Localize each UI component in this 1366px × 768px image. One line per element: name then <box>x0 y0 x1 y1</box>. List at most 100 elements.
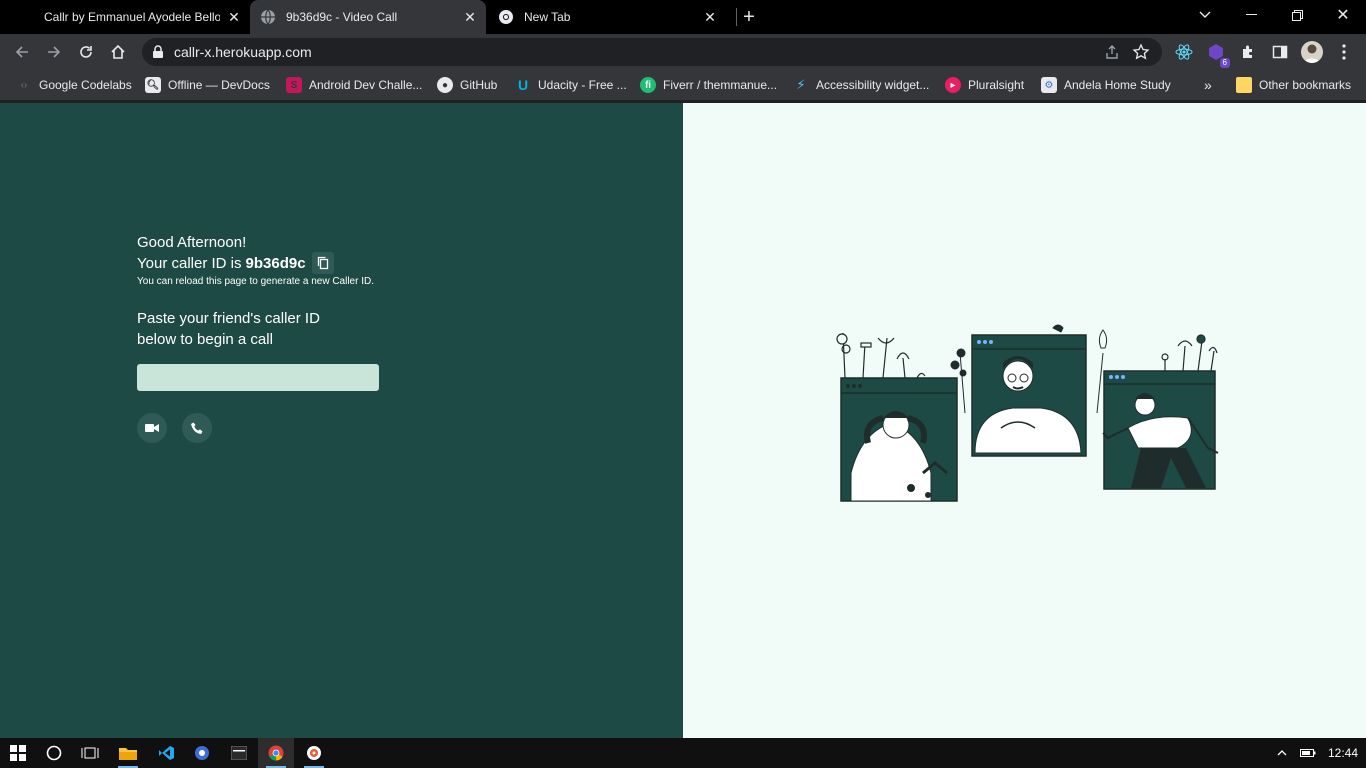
android-dev-icon: S <box>286 77 302 93</box>
windows-start-icon[interactable] <box>0 738 36 768</box>
github-icon: ● <box>437 77 453 93</box>
windows-taskbar: 12:44 <box>0 738 1366 768</box>
browser-app-icon[interactable] <box>184 738 220 768</box>
bookmark-label: GitHub <box>460 78 498 92</box>
codelabs-icon: ‹› <box>20 79 28 91</box>
terminal-app-icon[interactable] <box>221 738 257 768</box>
page-content: Good Afternoon! Your caller ID is 9b36d9… <box>0 103 1366 738</box>
other-bookmarks-folder[interactable]: Other bookmarks <box>1236 75 1351 95</box>
close-window-icon[interactable]: ✕ <box>1320 0 1366 30</box>
bookmark-star-icon[interactable] <box>1132 43 1150 61</box>
bookmark-android-dev-challenge[interactable]: S Android Dev Challe... <box>286 75 422 95</box>
lock-icon[interactable] <box>152 45 164 59</box>
chrome-icon <box>499 10 513 24</box>
folder-icon <box>1236 77 1252 93</box>
video-window-1 <box>840 377 958 502</box>
friend-caller-id-input[interactable] <box>137 364 379 391</box>
bookmark-label: Accessibility widget... <box>816 78 930 92</box>
tab-strip: Callr by Emmanuel Ayodele Bello ✕ 9b36d9… <box>0 0 1366 34</box>
greeting-text: Good Afternoon! <box>137 234 247 251</box>
copy-icon[interactable] <box>311 252 334 274</box>
bookmark-label: Offline — DevDocs <box>168 78 270 92</box>
react-devtools-icon[interactable] <box>1172 40 1196 64</box>
bookmark-label: Other bookmarks <box>1259 78 1352 92</box>
tab-title: 9b36d9c - Video Call <box>286 10 398 24</box>
browser-toolbar: callr-x.herokuapp.com 6 <box>0 34 1366 70</box>
url-text[interactable]: callr-x.herokuapp.com <box>174 44 312 60</box>
restore-icon[interactable] <box>1274 0 1320 30</box>
tab-title: New Tab <box>524 10 571 24</box>
system-clock[interactable]: 12:44 <box>1328 746 1358 760</box>
voice-call-button[interactable] <box>182 413 212 443</box>
battery-icon[interactable] <box>1296 738 1320 768</box>
extension-hex-icon[interactable]: 6 <box>1204 40 1230 68</box>
reload-hint-text: You can reload this page to generate a n… <box>137 276 375 287</box>
video-window-3 <box>1102 370 1219 490</box>
tab-close-icon[interactable]: ✕ <box>462 9 478 25</box>
tray-chevron-up-icon[interactable] <box>1270 738 1294 768</box>
caller-id-value: 9b36d9c <box>245 254 306 272</box>
bookmarks-overflow-button[interactable]: » <box>1204 75 1212 95</box>
new-tab-plus-icon[interactable]: + <box>738 6 760 28</box>
tab-video-call[interactable]: 9b36d9c - Video Call ✕ <box>250 0 486 34</box>
bookmark-devdocs[interactable]: 🔍︎ Offline — DevDocs <box>145 75 270 95</box>
reload-icon[interactable] <box>74 40 98 64</box>
phone-icon <box>190 422 202 434</box>
andela-icon: ⚙︎ <box>1041 77 1057 93</box>
tab-new-tab[interactable]: New Tab ✕ <box>488 0 726 34</box>
tab-search-chevron-icon[interactable] <box>1182 0 1228 30</box>
chrome-menu-icon[interactable] <box>1332 40 1356 64</box>
minimize-icon[interactable] <box>1228 0 1274 30</box>
bookmark-label: Andela Home Study <box>1064 78 1171 92</box>
side-panel-icon[interactable] <box>1268 40 1292 64</box>
fiverr-icon: fi <box>640 77 656 93</box>
pluralsight-icon: ▸ <box>945 77 961 93</box>
search-circle-icon[interactable] <box>36 738 72 768</box>
bookmark-pluralsight[interactable]: ▸ Pluralsight <box>945 75 1024 95</box>
tab-callr[interactable]: Callr by Emmanuel Ayodele Bello ✕ <box>32 0 250 34</box>
bookmark-github[interactable]: ● GitHub <box>437 75 497 95</box>
bookmark-label: Fiverr / themmanue... <box>663 78 778 92</box>
tab-close-icon[interactable]: ✕ <box>226 9 242 25</box>
media-app-icon[interactable] <box>296 738 332 768</box>
illustration-panel <box>683 103 1366 738</box>
home-icon[interactable] <box>106 40 130 64</box>
tab-title: Callr by Emmanuel Ayodele Bello <box>44 10 220 24</box>
bookmarks-bar: ‹› Google Codelabs 🔍︎ Offline — DevDocs … <box>0 70 1366 100</box>
bookmark-label: Pluralsight <box>968 78 1025 92</box>
extensions-puzzle-icon[interactable] <box>1236 40 1260 64</box>
bookmark-fiverr[interactable]: fi Fiverr / themmanue... <box>640 75 777 95</box>
bookmark-label: Google Codelabs <box>39 78 132 92</box>
bookmark-label: Android Dev Challe... <box>309 78 423 92</box>
devdocs-icon: 🔍︎ <box>145 77 161 93</box>
udacity-icon: U <box>517 77 529 93</box>
profile-avatar[interactable] <box>1301 41 1323 63</box>
video-window-2 <box>971 334 1087 457</box>
video-camera-icon <box>145 424 159 432</box>
globe-icon <box>261 9 275 25</box>
paste-instructions: Paste your friend's caller ID below to b… <box>137 308 397 350</box>
tab-divider <box>736 8 737 26</box>
vscode-icon[interactable] <box>148 738 184 768</box>
chrome-taskbar-icon[interactable] <box>258 738 294 768</box>
bookmark-udacity[interactable]: U Udacity - Free ... <box>515 75 627 95</box>
paste-line-1: Paste your friend's caller ID <box>137 310 320 327</box>
share-icon[interactable] <box>1104 44 1120 60</box>
bookmark-andela-home-study[interactable]: ⚙︎ Andela Home Study <box>1041 75 1171 95</box>
tab-close-icon[interactable]: ✕ <box>702 9 718 25</box>
back-arrow-icon[interactable] <box>10 40 34 64</box>
caller-panel: Good Afternoon! Your caller ID is 9b36d9… <box>0 103 683 738</box>
flutter-icon: ⚡︎ <box>796 77 806 92</box>
file-explorer-icon[interactable] <box>110 738 146 768</box>
forward-arrow-icon[interactable] <box>42 40 66 64</box>
paste-line-2: below to begin a call <box>137 331 273 348</box>
bookmark-google-codelabs[interactable]: ‹› Google Codelabs <box>16 75 132 95</box>
video-call-button[interactable] <box>137 413 167 443</box>
video-call-illustration <box>836 324 1219 502</box>
task-view-icon[interactable] <box>72 738 108 768</box>
bookmark-label: Udacity - Free ... <box>538 78 627 92</box>
bookmark-accessibility-widget[interactable]: ⚡︎ Accessibility widget... <box>793 75 929 95</box>
caller-id-line: Your caller ID is 9b36d9c <box>137 252 334 274</box>
address-bar[interactable]: callr-x.herokuapp.com <box>142 38 1162 66</box>
extension-badge: 6 <box>1219 58 1230 68</box>
